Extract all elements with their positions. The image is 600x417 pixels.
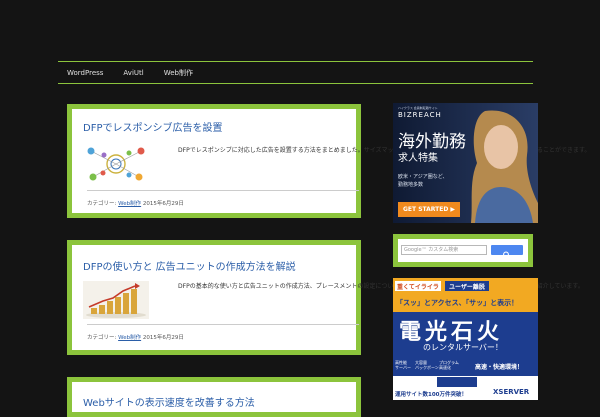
ad2-feature-3: プログラム 高速化 (439, 360, 459, 370)
nav-item-wordpress[interactable]: WordPress (67, 67, 103, 81)
post-title[interactable]: DFPの使い方と 広告ユニットの作成方法を解説 (83, 258, 296, 273)
category-prefix: カテゴリー: (87, 201, 117, 207)
ad2-feature-2: 大容量 バックボーン (415, 360, 439, 370)
ad-tagline: ハイクラス 会員制転職サイト (398, 106, 438, 110)
xserver-ad-banner[interactable]: 重くてイライラ ユーザー離脱 「スッ」とアクセス、「サッ」と表示！ 電光石火 の… (393, 278, 538, 400)
post-card-body: DFPの使い方と 広告ユニットの作成方法を解説 DFPの基本的な使い方と広告ユニ… (72, 245, 584, 350)
ad-cta-button[interactable]: GET STARTED ▶ (398, 202, 460, 217)
nav-bottom-rule (58, 83, 533, 84)
post-title[interactable]: DFPでレスポンシブ広告を設置 (83, 119, 222, 134)
search-input[interactable]: Google™ カスタム検索 (401, 245, 487, 255)
growth-chart-icon (83, 281, 149, 319)
ad2-ribbon1: 重くてイライラ (397, 284, 439, 291)
post-title[interactable]: Webサイトの表示速度を改善する方法 (83, 394, 255, 409)
post-date: 2015年6月29日 (142, 335, 184, 341)
search-icon (503, 251, 511, 259)
ad2-brand: XSERVER (493, 388, 530, 396)
post-thumbnail[interactable] (83, 281, 149, 319)
nav-top-rule (58, 61, 533, 62)
ad-brand: BIZREACH (398, 111, 442, 119)
search-widget: Google™ カスタム検索 (393, 234, 533, 267)
post-thumbnail[interactable] (83, 145, 149, 183)
post-card-body: DFPでレスポンシブ広告を設置 DFPでレスポンシブに対応した広告を設置する方法… (72, 109, 590, 213)
nav-item-web[interactable]: Web制作 (164, 67, 193, 81)
post-card-body: Webサイトの表示速度を改善する方法 (72, 382, 356, 412)
post-meta: カテゴリー: Web制作 2015年6月29日 (87, 333, 184, 341)
post-meta: カテゴリー: Web制作 2015年6月29日 (87, 199, 184, 207)
ad-sub: 求人特集 (398, 153, 438, 164)
search-widget-body: Google™ カスタム検索 (398, 239, 528, 262)
ad2-speed: 高速・快適環境！ (475, 364, 524, 371)
search-button[interactable] (491, 245, 523, 259)
ad2-ribbon2: ユーザー離脱 (449, 284, 485, 291)
ad2-feature-1: 高性能 サーバー (395, 360, 411, 370)
ad2-line1: 「スッ」とアクセス、「サッ」と表示！ (396, 299, 519, 307)
category-link[interactable]: Web制作 (118, 201, 141, 207)
nav-item-aviutl[interactable]: AviUtl (123, 67, 143, 81)
ad-regions: 欧米・アジア圏など、 (398, 174, 448, 180)
post-card: DFPでレスポンシブ広告を設置 DFPでレスポンシブに対応した広告を設置する方法… (67, 104, 590, 218)
post-date: 2015年6月29日 (142, 201, 184, 207)
ad-regions2: 勤務地多数 (398, 182, 424, 188)
post-divider (87, 190, 359, 191)
people-network-icon (83, 145, 149, 183)
category-prefix: カテゴリー: (87, 335, 117, 341)
bizreach-ad-banner[interactable]: ハイクラス 会員制転職サイト BIZREACH 海外勤務 求人特集 欧米・アジア… (393, 103, 538, 223)
ad2-bottom-text: 運用サイト数100万件突破！ (395, 392, 467, 398)
post-card: Webサイトの表示速度を改善する方法 (67, 377, 361, 417)
post-card: DFPの使い方と 広告ユニットの作成方法を解説 DFPの基本的な使い方と広告ユニ… (67, 240, 584, 355)
main-nav: WordPress AviUtl Web制作 (67, 67, 213, 81)
ad2-sub: のレンタルサーバー！ (423, 343, 503, 352)
category-link[interactable]: Web制作 (118, 335, 141, 341)
post-divider (87, 324, 359, 325)
